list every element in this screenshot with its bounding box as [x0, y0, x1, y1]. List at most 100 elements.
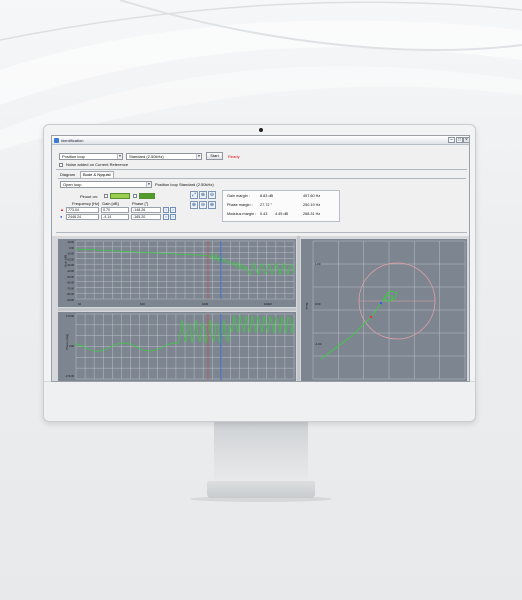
freq-field-2[interactable]: 2448.24 — [66, 214, 99, 220]
gain-ytick: -90.00 — [67, 298, 75, 302]
phase-margin-label: Phase margin : — [227, 203, 253, 207]
arrow-right-icon[interactable]: › — [170, 207, 176, 213]
close-button[interactable]: × — [463, 137, 469, 143]
nyquist-marker — [369, 315, 373, 319]
plot-splitter[interactable] — [58, 308, 296, 311]
nyquist-ytick: 0.00 — [315, 302, 321, 306]
gain-ytick: 0.00 — [69, 246, 75, 250]
pinout-label: Pinout on: — [80, 194, 99, 199]
chevron-down-icon: ▼ — [146, 182, 151, 187]
gain-xtick: 10000 — [264, 302, 272, 306]
maximize-button[interactable]: □ — [456, 137, 463, 143]
pinout-option-2[interactable] — [139, 193, 155, 199]
phase-ylabel: Phase [deg] — [65, 333, 70, 351]
chevron-down-icon: ▼ — [196, 154, 201, 159]
col-gain: Gain [dB] — [102, 201, 119, 206]
phase-margin-value: 27.72 ° — [260, 203, 273, 207]
col-frequency: Frequency [Hz] — [72, 201, 100, 206]
arrow-right-icon[interactable]: › — [170, 214, 176, 220]
divider — [56, 232, 467, 233]
app-icon — [54, 138, 59, 143]
nyquist-ytick: 1.00 — [315, 262, 321, 266]
modulus-margin-value: 0.43 — [260, 212, 268, 216]
phase-field-1[interactable]: -148.26 — [131, 207, 161, 213]
zoom-in-y-icon[interactable]: ⊕ — [208, 201, 216, 209]
pinout-checkbox-1[interactable] — [104, 194, 108, 198]
margins-panel: Gain margin : 8.83 dB 457.60 Hz Phase ma… — [222, 190, 340, 222]
monitor: Identification – □ × Position loop ▼ Sta… — [43, 124, 476, 422]
gain-xtick: 1000 — [202, 302, 209, 306]
modulus-margin-label: Modulus margin : — [227, 212, 257, 216]
phase-field-2[interactable]: -165.20 — [131, 214, 161, 220]
gain-margin-label: Gain margin : — [227, 194, 250, 198]
bode-phase-plot[interactable]: 170.00 0.00 -170.00 Phase [deg] — [58, 312, 296, 381]
divider — [56, 169, 467, 170]
bode-phase-canvas: 170.00 0.00 -170.00 — [65, 313, 295, 380]
bode-gain-canvas: 10.00 0.00 -10.00-20.00 -30.00 -40.00 -50.00 -… — [67, 240, 295, 306]
phase-ytick: -170.00 — [65, 374, 74, 378]
standard-select[interactable]: Standard (2.50kHz) ▼ — [126, 153, 202, 160]
gain-ytick: -10.00 — [67, 252, 75, 256]
minimize-button[interactable]: – — [448, 137, 455, 143]
status-text: Ready — [228, 154, 240, 159]
gain-xtick: 10 — [78, 302, 82, 306]
zoom-out-x-icon[interactable]: ⊖ — [199, 201, 207, 209]
nyquist-plot[interactable]: 1.00 0.00 -1.00 Imag — [301, 239, 467, 381]
start-button[interactable]: Start — [206, 152, 223, 160]
gain-field-1[interactable]: 0.70 — [101, 207, 129, 213]
arrow-left-icon[interactable]: ‹ — [163, 207, 169, 213]
zoom-in-x-icon[interactable]: ⊕ — [190, 201, 198, 209]
plots-area: 10.00 0.00 -10.00 -20.00 -30.00 -40.00 -50.00 -… — [52, 236, 469, 381]
chevron-down-icon: ▼ — [117, 154, 122, 159]
gain-ytick: -30.00 — [67, 263, 75, 267]
app-window: Identification – □ × Position loop ▼ Sta… — [51, 135, 470, 382]
monitor-chin — [44, 381, 475, 421]
gain-ytick: -50.00 — [67, 275, 75, 279]
standard-select-value: Standard (2.50kHz) — [129, 154, 164, 159]
gain-ytick: -20.00 — [67, 257, 75, 261]
zoom-in-icon[interactable]: ⊕ — [199, 191, 207, 199]
gain-xtick: 100 — [140, 302, 145, 306]
loop-select[interactable]: Position loop ▼ — [59, 153, 123, 160]
marker-circle-icon: ● — [60, 214, 63, 219]
mode-select-value: Open loop — [63, 182, 82, 187]
gain-margin-freq: 457.60 Hz — [303, 194, 321, 198]
gain-ytick: -70.00 — [67, 286, 75, 290]
vertical-splitter[interactable] — [297, 236, 300, 381]
mode-select[interactable]: Open loop ▼ — [60, 181, 152, 188]
marker-triangle-icon: ▲ — [60, 207, 64, 212]
noise-checkbox-label: Noise added on Current Reference — [66, 162, 129, 167]
gain-ytick: -40.00 — [67, 269, 75, 273]
fit-icon[interactable]: ⤢ — [190, 191, 198, 199]
freq-field-1[interactable]: 773.04 — [66, 207, 99, 213]
modulus-margin-db: 4.49 dB — [275, 212, 289, 216]
col-phase: Phase [°] — [132, 201, 149, 206]
camera-dot — [259, 128, 263, 132]
mode-description: Position loop Standard (2.50kHz) — [155, 182, 214, 187]
nyquist-marker — [379, 301, 383, 305]
bode-gain-plot[interactable]: 10.00 0.00 -10.00 -20.00 -30.00 -40.00 -50.00 -… — [58, 239, 296, 307]
arrow-left-icon[interactable]: ‹ — [163, 214, 169, 220]
loop-select-value: Position loop — [62, 154, 85, 159]
modulus-margin-freq: 268.31 Hz — [303, 212, 321, 216]
gain-ytick: -80.00 — [67, 292, 75, 296]
window-title: Identification — [61, 138, 84, 143]
nyquist-canvas: 1.00 0.00 -1.00 — [312, 240, 466, 380]
gain-field-2[interactable]: -4.14 — [101, 214, 129, 220]
phase-ytick: 0.00 — [69, 344, 75, 348]
noise-checkbox[interactable] — [59, 163, 63, 167]
nyquist-ylabel: Imag — [304, 302, 309, 310]
zoom-out-icon[interactable]: ⊖ — [208, 191, 216, 199]
title-bar: Identification – □ × — [52, 136, 469, 145]
diagram-label: Diagram — [60, 172, 76, 177]
gain-ytick: -60.00 — [67, 281, 75, 285]
monitor-stand-base — [207, 481, 315, 498]
pinout-option-1[interactable] — [110, 193, 130, 199]
nyquist-ytick: -1.00 — [315, 342, 322, 346]
phase-ytick: 170.00 — [66, 314, 74, 318]
gain-margin-value: 8.83 dB — [260, 194, 274, 198]
tab-bode-nyquist[interactable]: Bode & Nyquist — [80, 171, 114, 178]
tab-divider — [58, 178, 466, 179]
pinout-checkbox-2[interactable] — [133, 194, 137, 198]
gain-ytick: 10.00 — [68, 240, 75, 244]
